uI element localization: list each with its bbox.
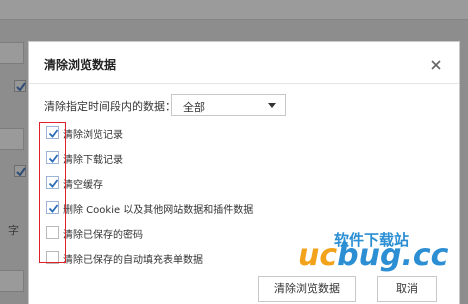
option-label: 删除 Cookie 以及其他网站数据和插件数据 [63, 205, 254, 216]
page-checkbox [14, 165, 26, 177]
chevron-down-icon [268, 103, 276, 108]
time-range-label: 清除指定时间段内的数据： [44, 100, 176, 113]
time-range-select[interactable]: 全部 [171, 94, 286, 116]
watermark-logo: 软件下载站 ucbug.cc [296, 222, 466, 282]
time-range-value: 全部 [183, 101, 205, 114]
page-top-strip [0, 0, 468, 20]
page-row [0, 128, 24, 150]
page-checkbox [14, 80, 26, 92]
option-label: 清除已保存的自动填充表单数据 [63, 255, 203, 266]
page-side-label: 字 [8, 224, 19, 237]
option-label: 清除已保存的密码 [63, 230, 143, 241]
dialog-header: 清除浏览数据 [29, 42, 459, 84]
option-label: 清除浏览记录 [63, 130, 123, 141]
watermark-brand-prefix: uc [298, 238, 338, 273]
option-label: 清空缓存 [63, 180, 103, 191]
option-label: 清除下载记录 [63, 155, 123, 166]
close-icon[interactable] [430, 56, 442, 70]
dialog-title: 清除浏览数据 [44, 58, 117, 72]
watermark-brand-rest: bug.cc [337, 238, 449, 273]
highlight-box [39, 122, 66, 263]
page-row [0, 42, 24, 64]
page-row [0, 270, 24, 292]
watermark-brand: ucbug.cc [298, 238, 448, 273]
